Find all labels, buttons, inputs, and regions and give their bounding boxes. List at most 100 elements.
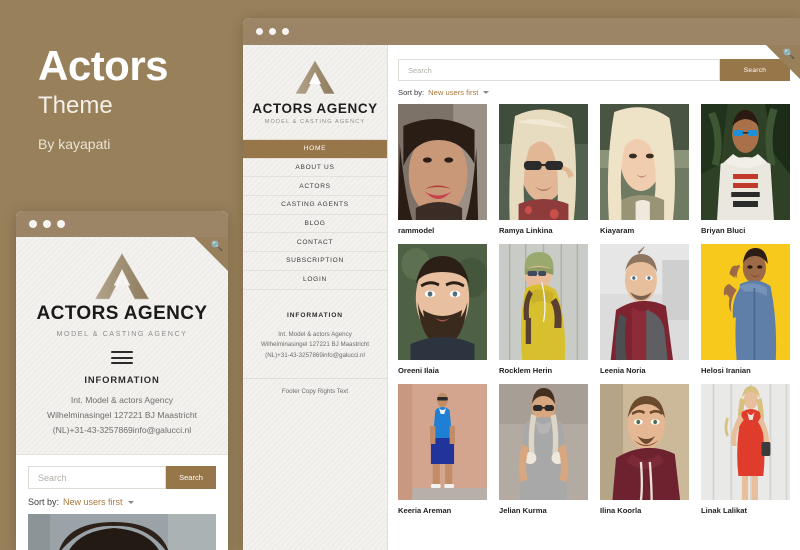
sidebar-item-casting-agents[interactable]: CASTING AGENTS (243, 196, 387, 215)
actor-photo (499, 384, 588, 500)
information-title: INFORMATION (287, 311, 343, 319)
sidebar-item-about-us[interactable]: ABOUT US (243, 159, 387, 178)
brand-block[interactable]: ACTORS AGENCY MODEL & CASTING AGENCY (243, 45, 387, 139)
brand-name: ACTORS AGENCY (36, 303, 208, 324)
young-man-graphic-tshirt-photo (701, 104, 790, 220)
desktop-page-body: 🔍 ACTORS AGENCY MODEL & CASTING AGENCY H… (243, 45, 800, 550)
window-dot-2[interactable] (269, 28, 276, 35)
actor-photo (398, 104, 487, 220)
actor-name: Kiayaram (600, 226, 635, 235)
information-title: INFORMATION (84, 374, 160, 386)
blonde-woman-outdoors-photo (600, 104, 689, 220)
sort-value[interactable]: New users first (428, 88, 478, 97)
search-bar: Search (398, 59, 790, 81)
man-maroon-hoodie-photo (600, 384, 689, 500)
actor-card[interactable]: Ramya Linkina (499, 104, 588, 235)
actor-name: Briyan Bluci (701, 226, 746, 235)
information-line-3: (NL)+31-43-3257869info@galucci.nl (52, 425, 192, 436)
sort-bar: Sort by: New users first (28, 497, 216, 507)
actor-photo (398, 384, 487, 500)
blonde-woman-sunglasses-photo (499, 104, 588, 220)
actor-card[interactable]: Ilina Koorla (600, 384, 689, 515)
window-dot-2[interactable] (43, 220, 51, 228)
promo-author: By kayapati (38, 136, 111, 153)
search-input[interactable] (398, 59, 720, 81)
tablet-browser-window: 🔍 ACTORS AGENCY MODEL & CASTING AGENCY I… (16, 211, 228, 550)
actor-card[interactable]: Kiayaram (600, 104, 689, 235)
sidebar-item-actors[interactable]: ACTORS (243, 177, 387, 197)
sidebar-item-login[interactable]: LOGIN (243, 271, 387, 290)
sort-label: Sort by: (398, 88, 425, 97)
actor-photo (701, 104, 790, 220)
information-line-2: Wilhelminasingel 127221 BJ Maastricht (47, 410, 197, 421)
sidebar-item-home[interactable]: HOME (243, 140, 387, 159)
actor-grid: rammodel Ramya Linkina Kiayaram Briyan B… (398, 104, 790, 515)
triangle-a-logo (93, 251, 151, 301)
promo-subtitle: Theme (38, 92, 113, 120)
desktop-browser-window: 🔍 ACTORS AGENCY MODEL & CASTING AGENCY H… (243, 18, 800, 550)
actor-name: Rocklem Herin (499, 366, 553, 375)
desktop-browser-chrome (243, 18, 800, 45)
actor-card[interactable]: Linak Lalikat (701, 384, 790, 515)
actor-card[interactable]: rammodel (398, 104, 487, 235)
actor-name: Linak Lalikat (701, 506, 748, 515)
sort-label: Sort by: (28, 497, 60, 508)
actor-card[interactable]: Oreeni Ilaia (398, 244, 487, 375)
corner-search-button[interactable]: 🔍 (194, 237, 228, 271)
actor-name: Jelian Kurma (499, 506, 547, 515)
promo-title: Actors (38, 42, 169, 89)
hamburger-icon[interactable] (111, 351, 133, 365)
sidebar-item-subscription[interactable]: SUBSCRIPTION (243, 252, 387, 271)
actor-photo (600, 104, 689, 220)
chevron-down-icon[interactable] (127, 500, 134, 504)
actor-name: Keeria Areman (398, 506, 452, 515)
actor-photo (499, 244, 588, 360)
search-button[interactable]: Search (166, 466, 216, 490)
search-input[interactable] (28, 466, 166, 490)
bearded-man-portrait-photo (398, 244, 487, 360)
dark-haired-woman-portrait-photo (28, 514, 216, 550)
sidebar-nav: HOME ABOUT US ACTORS CASTING AGENTS BLOG… (243, 139, 387, 290)
sort-bar: Sort by: New users first (398, 88, 790, 97)
woman-smiling-red-lips-photo (398, 104, 487, 220)
actor-photo[interactable] (28, 514, 216, 550)
chevron-down-icon[interactable] (483, 91, 490, 94)
search-icon: 🔍 (782, 49, 795, 60)
actor-name: Leenia Noria (600, 366, 646, 375)
man-blue-polo-full-body-photo (398, 384, 487, 500)
actor-photo (499, 104, 588, 220)
sidebar-footer-text: Footer Copy Rights Text (243, 378, 387, 404)
actor-card[interactable]: Leenia Noria (600, 244, 689, 375)
actor-card[interactable]: Helosi Iranian (701, 244, 790, 375)
actor-name: Oreeni Ilaia (398, 366, 439, 375)
man-maroon-shirt-vest-photo (600, 244, 689, 360)
tablet-search-area: Search Sort by: New users first (16, 455, 228, 508)
window-dot-3[interactable] (57, 220, 65, 228)
sidebar-item-blog[interactable]: BLOG (243, 215, 387, 234)
triangle-a-logo (294, 59, 336, 95)
information-text: Int. Model & actors Agency Wilhelminasin… (261, 330, 369, 360)
woman-denim-yellow-background-photo (701, 244, 790, 360)
actor-name: rammodel (398, 226, 435, 235)
sidebar-information: INFORMATION Int. Model & actors Agency W… (243, 290, 387, 379)
sidebar-item-contact[interactable]: CONTACT (243, 233, 387, 253)
tablet-page-body: 🔍 ACTORS AGENCY MODEL & CASTING AGENCY I… (16, 237, 228, 550)
actor-photo (701, 244, 790, 360)
brand-name: ACTORS AGENCY (252, 101, 378, 116)
actor-card[interactable]: Briyan Bluci (701, 104, 790, 235)
actor-card[interactable]: Keeria Areman (398, 384, 487, 515)
window-dot-1[interactable] (256, 28, 263, 35)
corner-search-button[interactable]: 🔍 (766, 45, 800, 79)
search-icon: 🔍 (210, 241, 223, 252)
sort-value[interactable]: New users first (63, 497, 123, 507)
actor-name: Ramya Linkina (499, 226, 553, 235)
actor-card[interactable]: Rocklem Herin (499, 244, 588, 375)
window-dot-3[interactable] (282, 28, 289, 35)
window-dot-1[interactable] (29, 220, 37, 228)
woman-braids-grey-tank-photo (499, 384, 588, 500)
actor-name: Ilina Koorla (600, 506, 642, 515)
actor-photo (600, 244, 689, 360)
brand-tagline: MODEL & CASTING AGENCY (264, 119, 366, 125)
search-bar: Search (28, 466, 216, 490)
actor-card[interactable]: Jelian Kurma (499, 384, 588, 515)
